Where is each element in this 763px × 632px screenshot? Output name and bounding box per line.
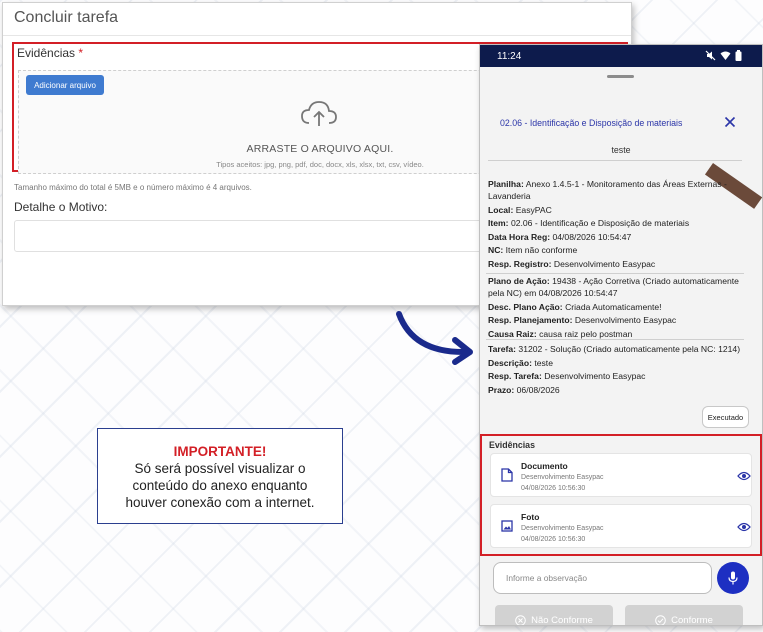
eye-icon[interactable] [737, 471, 751, 481]
notice-line-2: conteúdo do anexo enquanto [132, 478, 308, 493]
document-icon [501, 468, 513, 482]
mobile-app-screen: 11:24 02.06 - Identificação e Disposição… [479, 44, 763, 626]
executed-button[interactable]: Executado [702, 406, 749, 428]
action-plan-details: Plano de Ação: 19438 - Ação Corretiva (C… [488, 275, 750, 341]
notice-title: IMPORTANTE! [173, 444, 267, 459]
detail-label: Detalhe o Motivo: [14, 200, 108, 214]
microphone-button[interactable] [717, 562, 749, 594]
record-details: Planilha: Anexo 1.4.5-1 - Monitoramento … [488, 178, 750, 271]
detail-row: Plano de Ação: 19438 - Ação Corretiva (C… [488, 276, 739, 298]
evidence-user: Desenvolvimento Easypac [521, 474, 604, 481]
detail-row: Item: 02.06 - Identificação e Disposição… [488, 218, 690, 228]
eye-icon[interactable] [737, 522, 751, 532]
notice-line-1: Só será possível visualizar o [134, 461, 306, 476]
detail-row: Descrição: teste [488, 357, 553, 368]
cancel-circle-icon [515, 615, 526, 625]
evidence-card-document[interactable]: Documento Desenvolvimento Easypac 04/08/… [490, 453, 752, 497]
detail-row: Prazo: 06/08/2026 [488, 384, 560, 395]
mute-icon [705, 50, 716, 61]
section-divider [486, 273, 744, 274]
status-bar: 11:24 [480, 45, 762, 67]
curved-arrow-icon [396, 311, 473, 365]
detail-row: NC: Item não conforme [488, 245, 578, 255]
notice-line-3: houver conexão com a internet. [125, 495, 315, 510]
subtitle-divider [488, 160, 742, 161]
evidence-section-title: Evidências [489, 440, 535, 450]
task-details: Tarefa: 31202 - Solução (Criado automati… [488, 343, 750, 397]
evidence-user: Desenvolvimento Easypac [521, 525, 604, 532]
evidence-title: Foto [521, 512, 540, 522]
battery-icon [735, 50, 742, 61]
important-notice: IMPORTANTE! Só será possível visualizar … [97, 428, 343, 524]
detail-row: Local: EasyPAC [488, 204, 552, 215]
add-file-button[interactable]: Adicionar arquivo [26, 75, 104, 95]
non-conform-label: Não Conforme [531, 615, 593, 626]
detail-row: Tarefa: 31202 - Solução (Criado automati… [488, 344, 741, 354]
sheet-subtitle: teste [611, 145, 631, 155]
required-mark: * [78, 46, 84, 60]
detail-row: Resp. Registro: Desenvolvimento Easypac [488, 258, 656, 269]
form-title: Concluir tarefa [14, 9, 119, 26]
section-divider [486, 339, 744, 340]
evidence-section: Evidências Documento Desenvolvimento Eas… [480, 434, 762, 556]
detail-row: Planilha: Anexo 1.4.5-1 - Monitoramento … [488, 179, 727, 201]
title-divider [3, 35, 631, 36]
observation-input[interactable]: Informe a observação [493, 562, 712, 594]
sheet-title: 02.06 - Identificação e Disposição de ma… [500, 118, 683, 128]
sheet-drag-handle[interactable] [607, 75, 634, 78]
evidence-title: Documento [521, 461, 568, 471]
image-icon [501, 520, 513, 532]
detail-row: Resp. Planejamento: Desenvolvimento Easy… [488, 315, 677, 325]
cloud-upload-icon [301, 101, 337, 126]
wifi-icon [720, 51, 731, 60]
detail-row: Resp. Tarefa: Desenvolvimento Easypac [488, 371, 646, 381]
size-note: Tamanho máximo do total é 5MB e o número… [14, 183, 252, 192]
status-time: 11:24 [497, 51, 522, 62]
evidence-date: 04/08/2026 10:56:30 [521, 536, 586, 543]
check-circle-icon [655, 615, 666, 625]
close-icon[interactable] [724, 116, 736, 128]
microphone-icon [728, 571, 738, 585]
detail-row: Data Hora Reg: 04/08/2026 10:54:47 [488, 231, 632, 242]
conform-label: Conforme [671, 615, 713, 626]
detail-row: Desc. Plano Ação: Criada Automaticamente… [488, 301, 662, 312]
evidence-date: 04/08/2026 10:56:30 [521, 485, 586, 492]
detail-row: Causa Raiz: causa raiz pelo postman [488, 328, 633, 339]
conform-button[interactable]: Conforme [625, 605, 743, 626]
evidence-card-photo[interactable]: Foto Desenvolvimento Easypac 04/08/2026 … [490, 504, 752, 548]
bottom-sheet: 02.06 - Identificação e Disposição de ma… [480, 67, 762, 626]
non-conform-button[interactable]: Não Conforme [495, 605, 613, 626]
evidence-label: Evidências * [17, 46, 84, 60]
